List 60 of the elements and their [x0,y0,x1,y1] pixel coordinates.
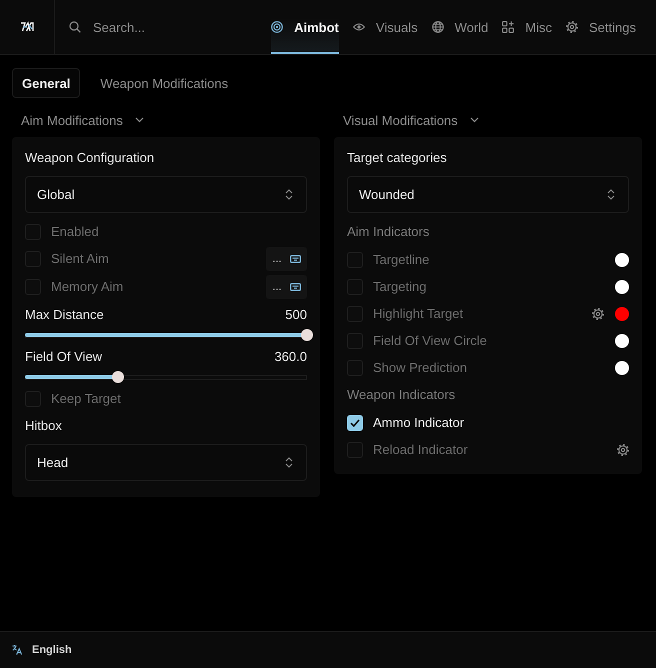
checkbox-label: Ammo Indicator [373,414,464,430]
slider-label: Field Of View [25,349,102,365]
dropdown[interactable]: Global [25,176,307,213]
translate-icon [12,645,22,655]
grid-plus-icon [502,21,514,33]
nav-tab[interactable]: Settings [566,0,636,54]
eye-icon [352,21,365,33]
keybind-button[interactable]: ... [266,247,307,271]
chevron-up-down-icon [285,457,293,468]
sub-tab[interactable]: General [12,68,80,98]
field-label: Hitbox [25,418,63,434]
check-icon [350,418,360,426]
chevron-down-icon [134,117,144,123]
slider-thumb[interactable] [112,371,124,383]
checkbox-label: Show Prediction [373,360,467,376]
settings-icon[interactable] [617,444,629,456]
group-heading: Aim Indicators [347,224,430,240]
dropdown[interactable]: Wounded [347,176,629,213]
field-label: Target categories [347,150,448,166]
color-swatch-icon[interactable] [615,360,629,374]
language-button[interactable]: English [12,644,72,656]
checkbox-label: Silent Aim [51,251,109,267]
color-swatch-icon[interactable] [615,306,629,320]
chevron-up-down-icon [607,189,615,200]
checkbox-label: Field Of View Circle [373,332,487,348]
checkbox-label: Enabled [51,224,99,240]
checkbox-label: Targeting [373,278,426,294]
search-icon [69,21,81,33]
color-swatch-icon[interactable] [615,252,629,266]
search-field[interactable]: Search... [93,17,243,37]
checkbox-label: Reload Indicator [373,442,468,458]
globe-icon [432,21,444,33]
settings-icon[interactable] [592,308,604,320]
slider-value: 500 [285,307,307,323]
nav-tab[interactable]: Visuals [352,0,418,54]
checkbox-label: Memory Aim [51,279,124,295]
section-header[interactable]: Aim Modifications [12,112,153,128]
logo-icon [20,21,34,33]
group-heading: Weapon Indicators [347,387,456,403]
slider-value: 360.0 [274,349,307,365]
dropdown[interactable]: Head [25,444,307,481]
checkbox-label: Keep Target [51,390,121,406]
chevron-down-icon [470,117,479,123]
section-header[interactable]: Visual Modifications [334,112,488,128]
checkbox-label: Targetline [373,252,430,268]
color-swatch-icon[interactable] [615,280,629,294]
nav-tab[interactable]: Misc [502,0,552,54]
nav-tab[interactable]: World [432,0,488,54]
slider-thumb[interactable] [301,329,313,341]
keyboard-icon [290,255,301,263]
chevron-up-down-icon [285,189,293,200]
target-icon [271,21,284,33]
sub-tab[interactable]: Weapon Modifications [90,68,238,98]
field-label: Weapon Configuration [25,150,156,166]
slider-label: Max Distance [25,307,104,323]
color-swatch-icon[interactable] [615,334,629,348]
settings-icon [566,21,578,33]
checkbox-label: Highlight Target [373,306,464,322]
keyboard-icon [290,283,301,291]
keybind-button[interactable]: ... [266,275,307,299]
